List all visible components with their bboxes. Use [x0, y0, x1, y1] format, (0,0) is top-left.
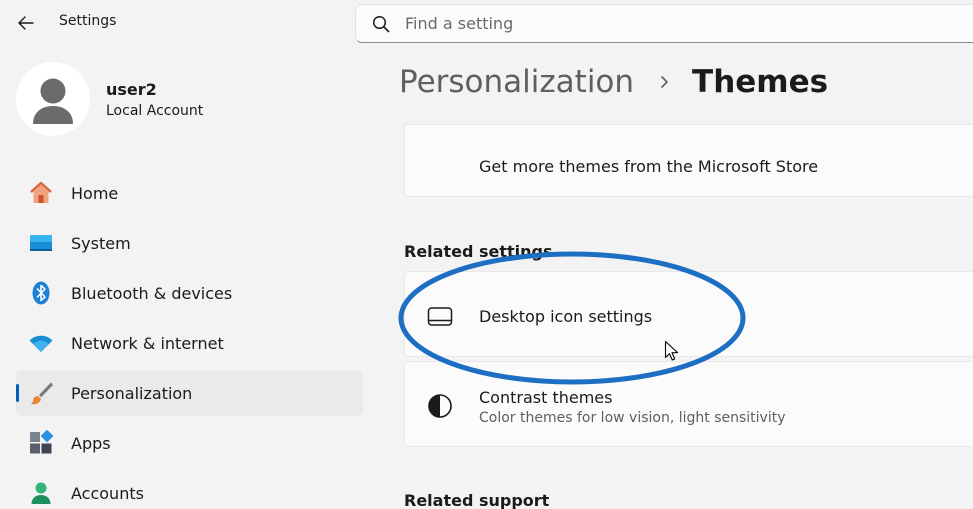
breadcrumb-parent[interactable]: Personalization: [399, 64, 634, 100]
home-icon: [28, 180, 54, 206]
sidebar-item-home[interactable]: Home: [16, 170, 363, 216]
related-support-heading: Related support: [404, 491, 550, 509]
bluetooth-icon: [28, 280, 54, 306]
sidebar-item-label: System: [71, 233, 131, 253]
system-icon: [28, 230, 54, 256]
sidebar-item-apps[interactable]: Apps: [16, 420, 363, 466]
sidebar-item-label: Network & internet: [71, 333, 224, 353]
sidebar-item-bluetooth[interactable]: Bluetooth & devices: [16, 270, 363, 316]
sidebar-item-accounts[interactable]: Accounts: [16, 470, 363, 509]
sidebar-item-label: Accounts: [71, 483, 144, 503]
desktop-icon: [427, 304, 453, 330]
account-type: Local Account: [106, 103, 204, 119]
mouse-cursor-icon: [664, 340, 679, 361]
sidebar-item-network[interactable]: Network & internet: [16, 320, 363, 366]
back-arrow-icon: [18, 16, 34, 30]
contrast-icon: [427, 393, 453, 419]
sidebar-item-system[interactable]: System: [16, 220, 363, 266]
search-box[interactable]: [355, 4, 973, 43]
sidebar-item-label: Personalization: [71, 383, 193, 403]
sidebar-item-label: Home: [71, 183, 119, 203]
page-title: Themes: [692, 64, 829, 100]
sidebar-item-personalization[interactable]: Personalization: [16, 370, 363, 416]
related-settings-heading: Related settings: [404, 242, 553, 261]
settings-window: Settings user2 Local Account: [0, 0, 973, 509]
chevron-right-icon: [658, 72, 672, 92]
back-button[interactable]: [12, 10, 40, 36]
app-title: Settings: [59, 13, 117, 29]
sidebar-item-label: Apps: [71, 433, 111, 453]
search-icon: [372, 15, 390, 33]
card-subtitle: Color themes for low vision, light sensi…: [479, 410, 786, 426]
sidebar-item-label: Bluetooth & devices: [71, 283, 233, 303]
breadcrumb: Personalization Themes: [399, 64, 828, 100]
desktop-icon-settings-item[interactable]: Desktop icon settings: [404, 271, 973, 357]
brush-icon: [28, 380, 54, 406]
avatar[interactable]: [16, 62, 90, 136]
user-silhouette-icon: [33, 78, 73, 124]
card-title: Get more themes from the Microsoft Store: [479, 157, 819, 176]
wifi-icon: [28, 330, 54, 356]
accounts-icon: [28, 480, 54, 506]
contrast-themes-item[interactable]: Contrast themes Color themes for low vis…: [404, 361, 973, 447]
card-title: Desktop icon settings: [479, 307, 653, 326]
user-name: user2: [106, 80, 157, 99]
card-title: Contrast themes: [479, 388, 613, 407]
sidebar-nav: Home System Bluetooth & devices Network …: [16, 170, 363, 509]
microsoft-store-themes-link[interactable]: Get more themes from the Microsoft Store: [404, 124, 973, 197]
apps-icon: [28, 430, 54, 456]
search-input[interactable]: [405, 14, 925, 33]
